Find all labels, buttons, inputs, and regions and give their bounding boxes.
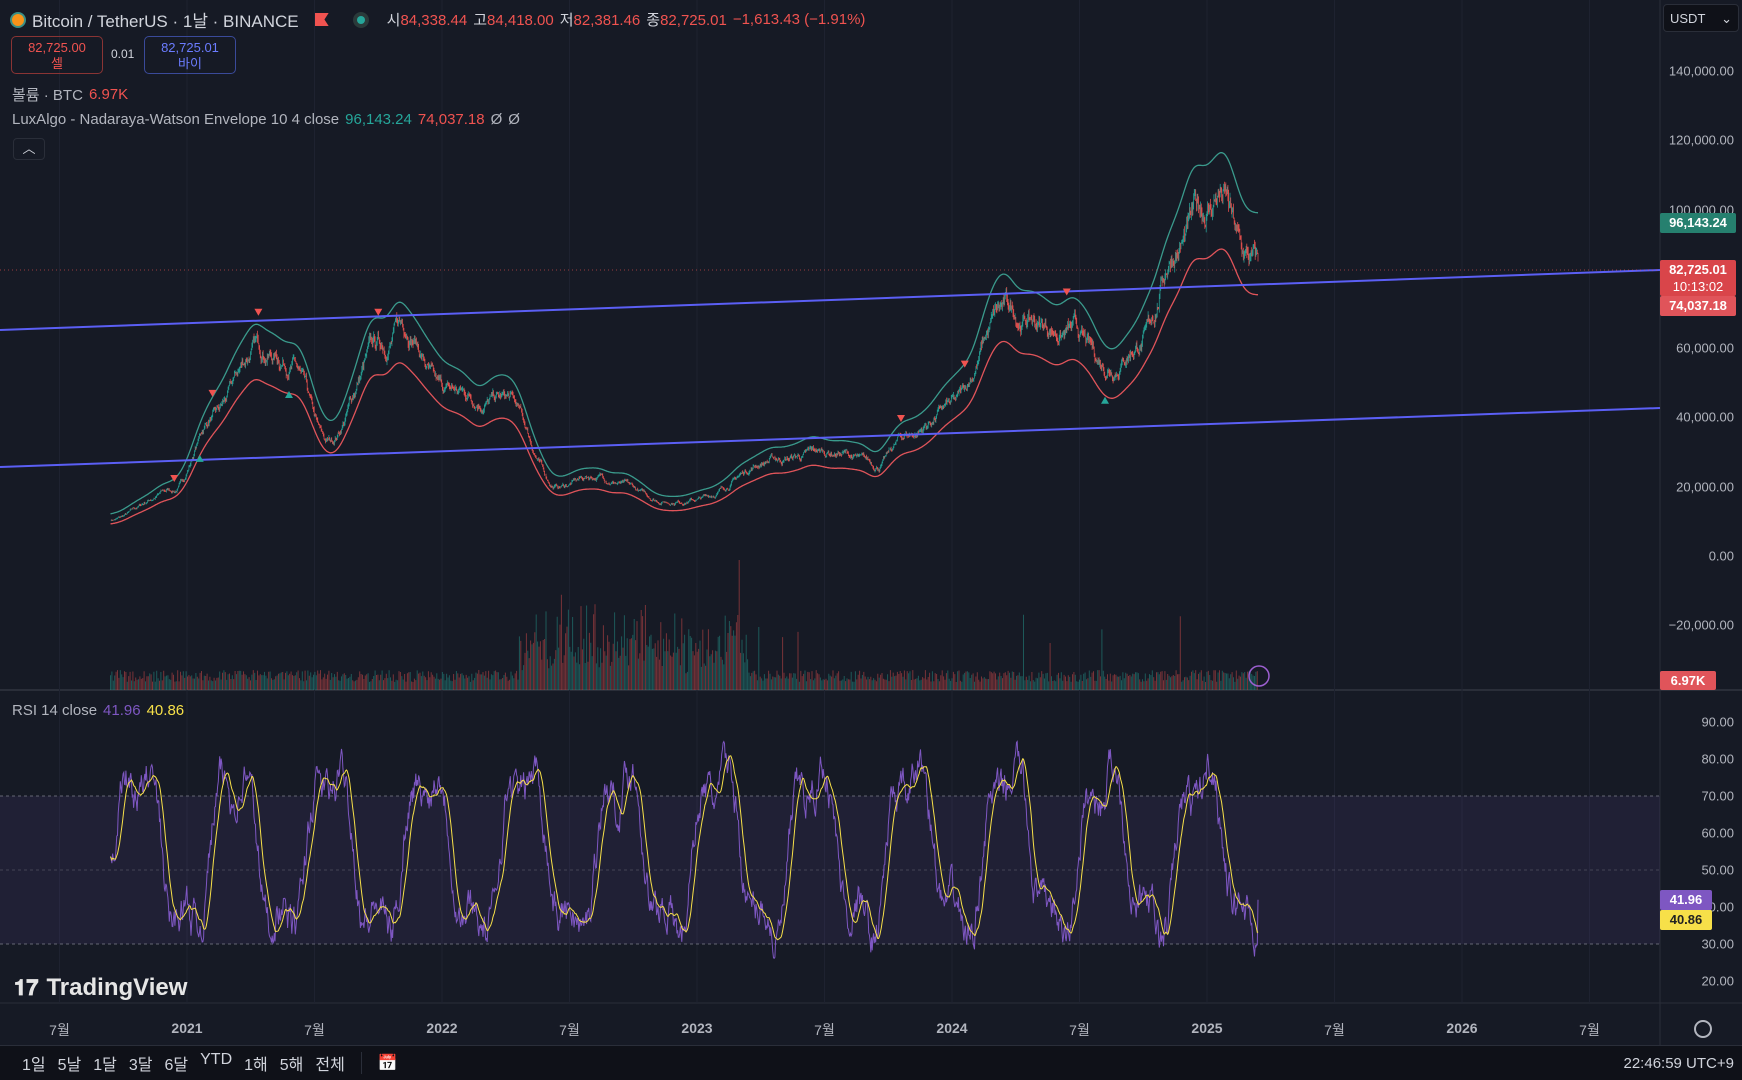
envelope-lower-badge: 74,037.18 bbox=[1660, 296, 1736, 316]
rsi-axis-label: 60.00 bbox=[1701, 825, 1734, 841]
rsi-axis-label: 50.00 bbox=[1701, 862, 1734, 878]
price-axis-label: 40,000.00 bbox=[1676, 409, 1734, 425]
last-price-badge: 82,725.01 10:13:02 bbox=[1660, 260, 1736, 296]
settings-gear-icon[interactable] bbox=[1694, 1020, 1712, 1038]
currency-value: USDT bbox=[1670, 11, 1706, 26]
time-axis-label: 2026 bbox=[1446, 1020, 1478, 1036]
chevron-up-icon: ︿ bbox=[22, 141, 36, 156]
range-button[interactable]: 전체 bbox=[309, 1051, 350, 1075]
range-button[interactable]: 3달 bbox=[123, 1051, 159, 1075]
clock[interactable]: 22:46:59 UTC+9 bbox=[1618, 1055, 1742, 1072]
range-button[interactable]: YTD bbox=[194, 1051, 238, 1075]
price-axis-label: −20,000.00 bbox=[1668, 617, 1734, 633]
open-label: 시 bbox=[386, 12, 401, 29]
flag-icon[interactable] bbox=[314, 13, 329, 26]
chart-canvas[interactable] bbox=[0, 0, 1742, 1080]
range-button[interactable]: 5해 bbox=[274, 1051, 310, 1075]
price-axis-label: 120,000.00 bbox=[1668, 132, 1734, 148]
envelope-na-2: Ø bbox=[508, 111, 520, 128]
time-axis-label: 2021 bbox=[171, 1020, 203, 1036]
range-button[interactable]: 1일 bbox=[16, 1051, 52, 1075]
volume-label: 볼륨 · BTC bbox=[12, 87, 83, 104]
time-axis-label: 7월 bbox=[1069, 1022, 1090, 1038]
sell-button[interactable]: 82,725.00 셀 bbox=[11, 36, 103, 74]
close-value: 82,725.01 bbox=[660, 12, 727, 29]
time-axis-label: 7월 bbox=[304, 1022, 325, 1038]
envelope-na-1: Ø bbox=[490, 111, 503, 128]
rsi-axis-label: 90.00 bbox=[1701, 714, 1734, 730]
rsi-legend[interactable]: RSI 14 close 41.96 40.86 bbox=[12, 702, 184, 719]
price-axis-label: 20,000.00 bbox=[1676, 479, 1734, 495]
close-label: 종 bbox=[646, 12, 661, 29]
goto-date-calendar-icon[interactable]: 📅 bbox=[372, 1053, 404, 1073]
rsi-label: RSI 14 close bbox=[12, 702, 98, 719]
buy-price: 82,725.01 bbox=[161, 40, 219, 55]
rsi-axis-label: 80.00 bbox=[1701, 751, 1734, 767]
time-axis-label: 7월 bbox=[1579, 1022, 1600, 1038]
envelope-upper-badge: 96,143.24 bbox=[1660, 213, 1736, 233]
high-label: 고 bbox=[473, 12, 487, 29]
collapse-legend-button[interactable]: ︿ bbox=[13, 138, 45, 160]
rsi-axis-label: 20.00 bbox=[1701, 973, 1734, 989]
price-axis-label: 140,000.00 bbox=[1668, 63, 1734, 79]
sell-label: 셀 bbox=[51, 56, 63, 71]
rsi-axis-label: 70.00 bbox=[1701, 788, 1734, 804]
low-label: 저 bbox=[559, 12, 574, 29]
last-price: 82,725.01 bbox=[1669, 262, 1727, 277]
range-button[interactable]: 6달 bbox=[159, 1051, 195, 1075]
rsi-value: 41.96 bbox=[103, 702, 141, 719]
rsi-axis-label: 30.00 bbox=[1701, 936, 1734, 952]
envelope-legend[interactable]: LuxAlgo - Nadaraya-Watson Envelope 10 4 … bbox=[12, 111, 520, 128]
rsi-badge: 41.96 bbox=[1660, 890, 1712, 910]
time-axis-label: 2022 bbox=[426, 1020, 458, 1036]
price-axis-label: 0.00 bbox=[1708, 548, 1734, 564]
time-axis-label: 2023 bbox=[681, 1020, 713, 1036]
sell-price: 82,725.00 bbox=[28, 40, 86, 55]
price-pane bbox=[0, 0, 1660, 690]
symbol-title[interactable]: Bitcoin / TetherUS · 1날 · BINANCE bbox=[32, 7, 299, 32]
time-axis-label: 2025 bbox=[1191, 1020, 1223, 1036]
rsi-ma-value: 40.86 bbox=[146, 702, 185, 719]
time-axis-label: 7월 bbox=[814, 1022, 835, 1038]
bar-countdown: 10:13:02 bbox=[1672, 279, 1724, 294]
time-axis-label: 7월 bbox=[1324, 1022, 1345, 1038]
volume-badge: 6.97K bbox=[1660, 671, 1716, 690]
chevron-down-icon: ⌄ bbox=[1721, 11, 1732, 26]
buy-label: 바이 bbox=[178, 56, 202, 71]
envelope-lower: 74,037.18 bbox=[417, 111, 485, 128]
brand-name: TradingView bbox=[46, 974, 188, 1001]
range-button[interactable]: 1달 bbox=[87, 1051, 123, 1075]
market-status-icon[interactable] bbox=[352, 11, 369, 28]
symbol-legend: Bitcoin / TetherUS · 1날 · BINANCE 시84,33… bbox=[10, 7, 865, 32]
price-axis-label: 60,000.00 bbox=[1676, 340, 1734, 356]
rsi-ma-badge: 40.86 bbox=[1660, 910, 1712, 930]
envelope-label: LuxAlgo - Nadaraya-Watson Envelope 10 4 … bbox=[12, 111, 340, 128]
envelope-upper: 96,143.24 bbox=[345, 111, 412, 128]
volume-legend[interactable]: 볼륨 · BTC 6.97K bbox=[12, 84, 128, 105]
bottom-toolbar: 1일 5날 1달 3달 6달 YTD 1해 5해 전체 📅 22:46:59 UTC+9 bbox=[0, 1045, 1742, 1080]
tradingview-logo-icon: 𝟏𝟕 bbox=[14, 975, 39, 1000]
time-axis-label: 2024 bbox=[936, 1020, 968, 1036]
high-value: 84,418.00 bbox=[487, 12, 554, 29]
currency-select[interactable]: USDT ⌄ bbox=[1663, 4, 1739, 32]
low-value: 82,381.46 bbox=[573, 12, 641, 29]
range-button[interactable]: 1해 bbox=[238, 1051, 274, 1075]
volume-value: 6.97K bbox=[88, 86, 129, 103]
range-button[interactable]: 5날 bbox=[52, 1051, 88, 1075]
spread-value: 0.01 bbox=[111, 47, 135, 61]
buy-button[interactable]: 82,725.01 바이 bbox=[144, 36, 236, 74]
bitcoin-logo-icon bbox=[10, 11, 26, 28]
open-value: 84,338.44 bbox=[400, 12, 468, 29]
time-axis-label: 7월 bbox=[559, 1022, 580, 1038]
tradingview-logo[interactable]: 𝟏𝟕 TradingView bbox=[14, 974, 187, 1002]
time-axis-label: 7월 bbox=[49, 1022, 70, 1038]
change-value: −1,613.43 (−1.91%) bbox=[732, 11, 866, 28]
